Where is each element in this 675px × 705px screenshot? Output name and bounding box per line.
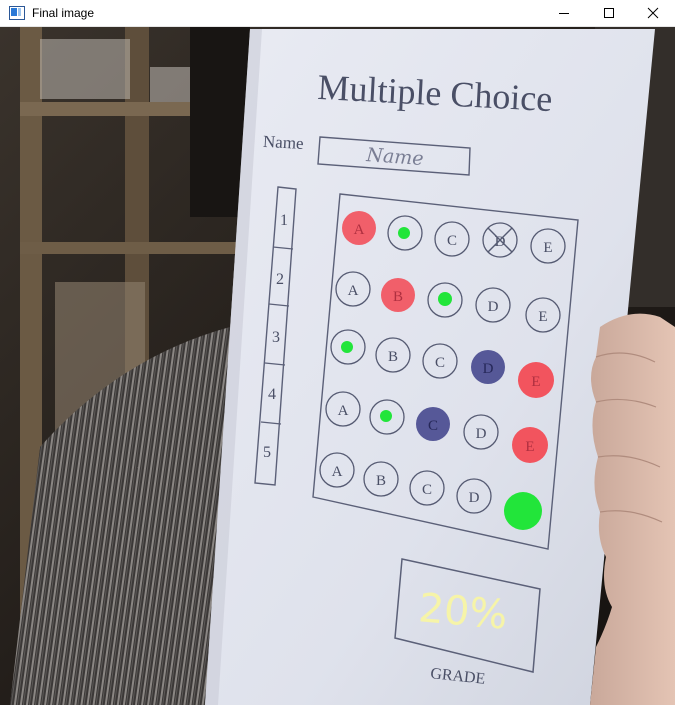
bubble-label: D — [483, 361, 494, 377]
bubble-label: A — [338, 403, 349, 419]
grade-value: 20% — [417, 585, 510, 639]
question-number-4: 4 — [268, 386, 276, 403]
app-window-icon — [9, 6, 25, 20]
bubble-label: B — [376, 473, 386, 489]
bubble-q5-E[interactable] — [504, 492, 542, 530]
bubble-label: D — [488, 299, 499, 315]
bubble-label: D — [469, 490, 480, 506]
bubble-label: B — [388, 349, 398, 365]
question-number-3: 3 — [272, 329, 280, 346]
close-icon — [647, 7, 659, 19]
bubble-label: E — [538, 309, 547, 325]
bubble-label: C — [422, 482, 432, 498]
shelf-item — [40, 39, 130, 99]
correct-marker — [398, 227, 410, 239]
maximize-icon — [604, 8, 614, 18]
bubble-label: E — [543, 240, 552, 256]
question-number-1: 1 — [280, 212, 288, 229]
hand — [590, 313, 675, 705]
minimize-icon — [559, 13, 569, 14]
title-bar[interactable]: Final image — [0, 0, 675, 27]
bubble-label: A — [354, 222, 365, 238]
correct-marker — [341, 341, 353, 353]
name-handwritten: Name — [365, 144, 425, 170]
window-title: Final image — [32, 6, 95, 20]
maximize-button[interactable] — [586, 0, 632, 26]
bubble-label: A — [332, 464, 343, 480]
name-label: Name — [263, 132, 305, 153]
app-window: Final image Multiple Choice Name Name 1 … — [0, 0, 675, 705]
bubble-label: D — [476, 426, 487, 442]
close-button[interactable] — [631, 0, 675, 26]
correct-marker — [438, 292, 452, 306]
shelf-board — [20, 242, 240, 254]
correct-marker — [380, 410, 392, 422]
bubble-label: E — [531, 374, 540, 390]
question-number-5: 5 — [263, 444, 271, 461]
bubble-label: C — [435, 355, 445, 371]
camera-image: Multiple Choice Name Name 1 2 3 4 5 A C … — [0, 27, 675, 705]
question-number-2: 2 — [276, 271, 284, 288]
bubble-label: B — [393, 289, 403, 305]
bubble-label: A — [348, 283, 359, 299]
bubble-label: C — [428, 418, 438, 434]
bubble-label: C — [447, 233, 457, 249]
bubble-label: E — [525, 439, 534, 455]
minimize-button[interactable] — [541, 0, 587, 26]
